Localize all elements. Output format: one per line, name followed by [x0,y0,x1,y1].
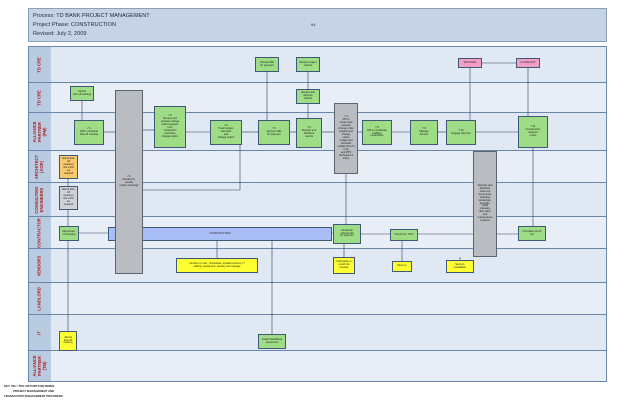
approve-bill-box[interactable]: 7.5 Approve bills for payment [258,120,290,145]
coordinate-inspections-box[interactable]: 7.8 PM to coordinate building inspection… [362,120,392,145]
prepare-reports-box[interactable]: 7.6 Prepare and distribute reports [296,118,322,148]
participate-punch-box[interactable]: Participate in punch list process [333,257,355,274]
biweekly-meetings-bar[interactable]: 7.2 Conduct bi- weekly project meetings [115,90,143,274]
pm-change-order-bar[interactable]: 7.4 PM to review and process change orde… [334,103,358,174]
security-install-box[interactable]: Security installation [446,260,474,273]
complete-punch-box[interactable]: Complete punch list [518,226,546,241]
it-install-box[interactable]: Install Voice/Data equipment [258,334,286,349]
attend-eng-box[interactable]: Attend kick-off meeting / site visits as… [59,186,78,210]
gc-kickoff-box[interactable]: Attend kick- off meeting [59,226,79,241]
close-out-box[interactable]: CLOSE OUT [516,58,540,68]
closeout-documents-bar[interactable]: Develop and distribute close-out documen… [473,151,497,257]
it-attend-box[interactable]: Attend kick-off meeting [59,331,77,351]
invoices-box[interactable]: INVOICES [458,58,482,68]
process-bill-box[interactable]: Process Bill for payment [255,57,279,72]
footer-key-line-1: KEY: PM = TDG OR PARTS BETWEEN [4,384,55,388]
move-in-box[interactable]: Move-in [392,261,412,272]
vendors-onsite-box[interactable]: Vendors on site - Schedules, installs fu… [176,258,258,273]
engage-security-box[interactable]: 7.10 Engage Security [446,120,476,145]
process-map: Process: TD BANK PROJECT MANAGEMENT Proj… [0,0,638,413]
attend-kickoff-box[interactable]: Attend kick-off meeting [70,86,94,101]
track-budget-box[interactable]: 7.4 Track budget, schedule and change or… [210,120,242,145]
contractor-submits-box[interactable]: Contractor submits bill for payment [333,224,361,244]
construction-closeout-box[interactable]: 7.11 Construction closeout report [518,116,548,148]
review-issue-box[interactable]: 7.3 Review and process change order requ… [154,106,186,148]
footer-key-line-2: PROJECT MANAGEMENT AND [13,389,55,393]
attend-aor-box[interactable]: Attend kick-off meeting / site visits as… [59,155,78,179]
manage-fixtures-box[interactable]: 7.9 Manage fixtures [410,120,438,145]
review-approve-box[interactable]: Review and approve reports [296,89,320,104]
pm-kickoff-box[interactable]: 7.1 PM to schedule kick-off meeting [74,120,104,145]
punch-list-box[interactable]: Punch list / TCO [390,229,418,241]
review-cre-box[interactable]: Review project reports [296,57,320,72]
footer-key-line-3: TRANSACTION MANAGEMENT PROVIDERS [4,394,63,398]
